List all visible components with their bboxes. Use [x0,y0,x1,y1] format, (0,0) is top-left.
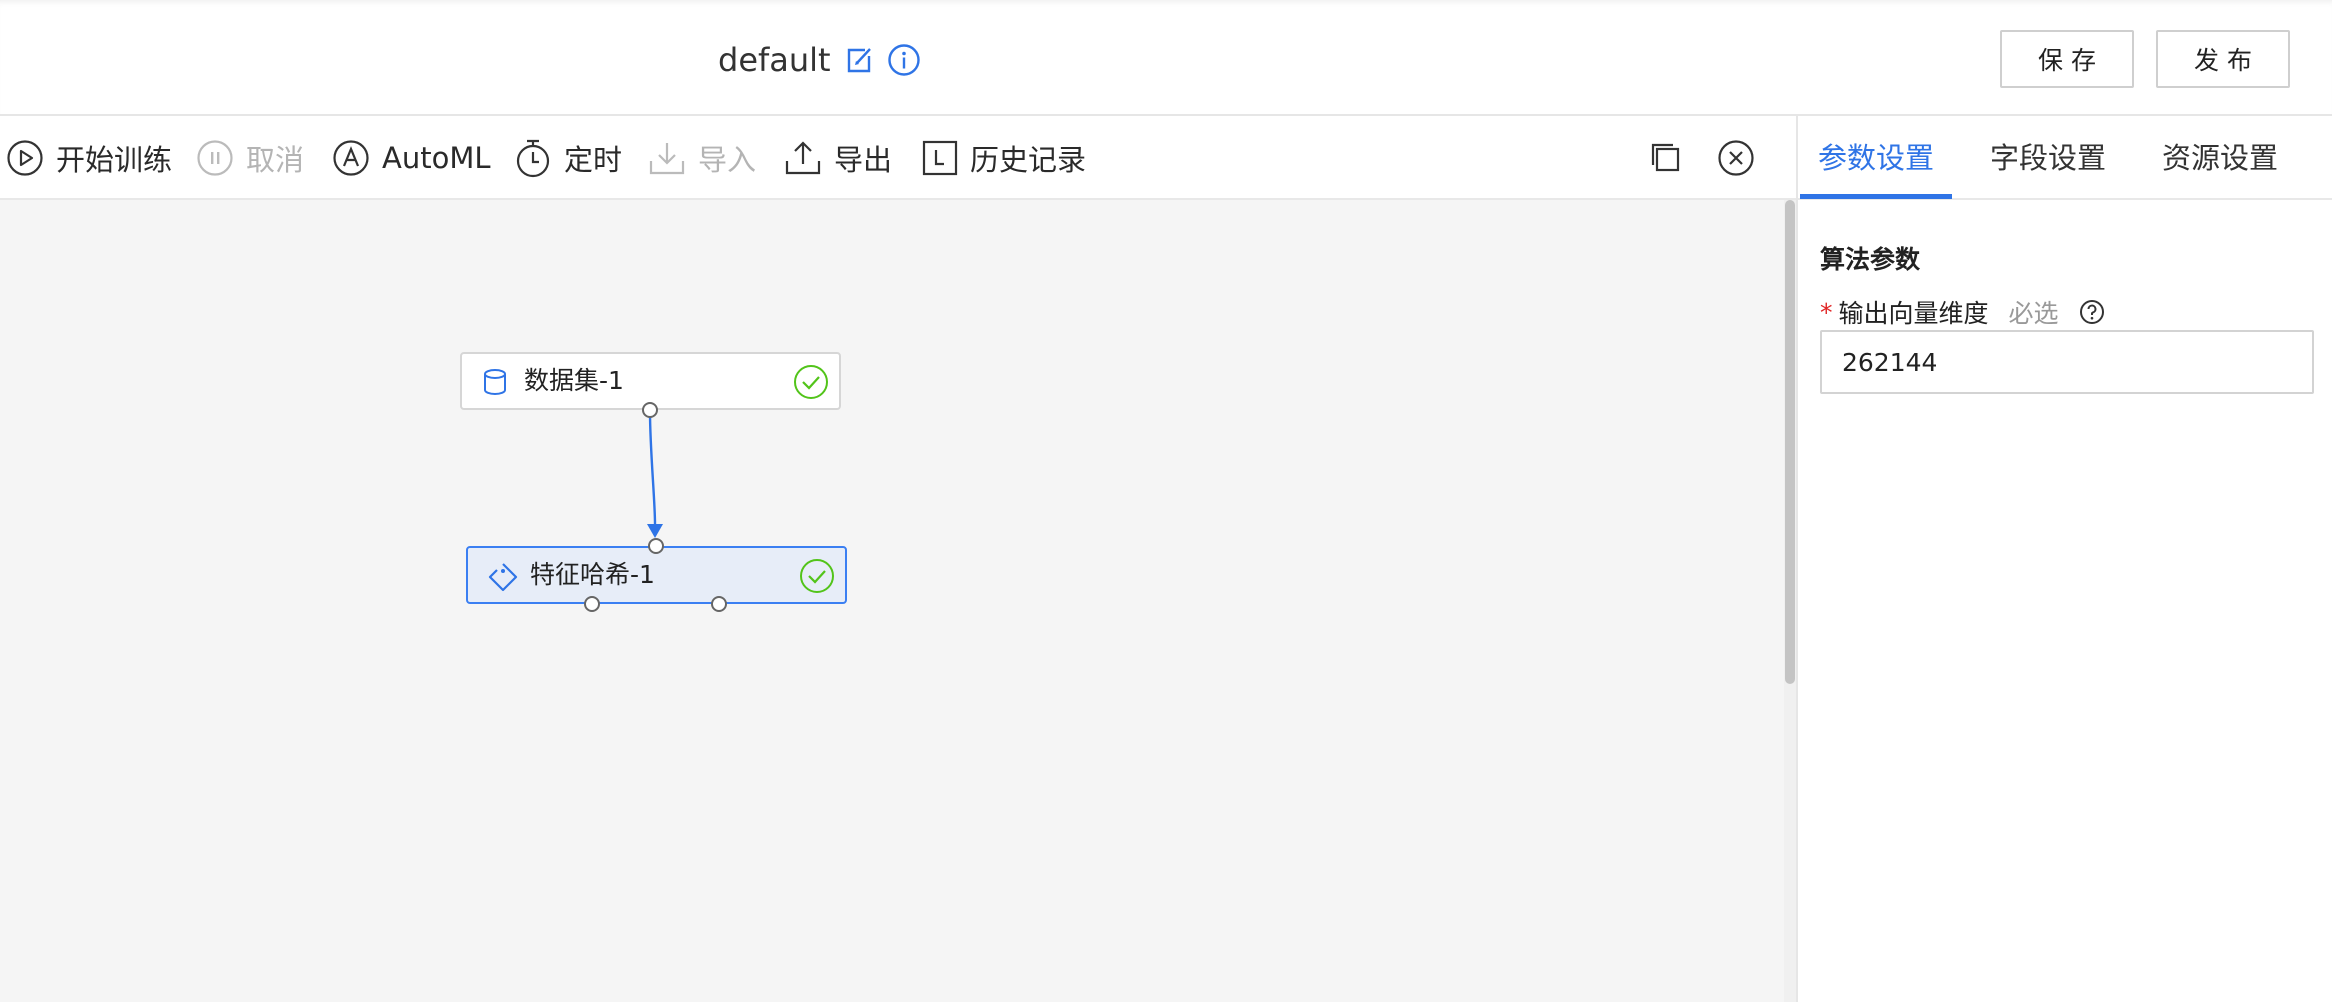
node-feature-hash[interactable]: 特征哈希-1 [466,546,847,604]
header: default 保存 发布 [0,0,2332,116]
node-feature-hash-output-port-1[interactable] [584,596,600,612]
export-label: 导出 [834,143,893,177]
start-training-button[interactable]: 开始训练 [6,116,172,200]
success-icon [799,558,835,600]
pipeline-title: default [718,41,831,79]
export-button[interactable]: 导出 [784,116,892,200]
download-icon [648,139,686,177]
upload-icon [784,139,822,177]
required-mark: * [1820,297,1833,327]
save-button[interactable]: 保存 [2000,30,2134,88]
active-tab-indicator [1800,194,1952,199]
automl-button[interactable]: AutoML [332,116,491,200]
automl-icon [332,139,370,177]
history-icon [922,140,958,176]
publish-button[interactable]: 发布 [2156,30,2290,88]
play-icon [6,139,44,177]
close-circle-icon[interactable] [1717,116,1755,200]
automl-label: AutoML [382,141,491,175]
tab-fields[interactable]: 字段设置 [1990,116,2106,200]
node-feature-hash-input-port[interactable] [648,538,664,554]
workflow-canvas[interactable]: 数据集-1 特征哈希-1 [0,200,1784,1002]
tab-resources[interactable]: 资源设置 [2162,116,2278,200]
node-feature-hash-output-port-2[interactable] [711,596,727,612]
section-title: 算法参数 [1820,245,1921,274]
field-hint: 必选 [2008,299,2059,328]
import-label: 导入 [698,143,757,177]
field-label: 输出向量维度 [1838,299,1989,328]
cancel-button[interactable]: 取消 [196,116,304,200]
node-feature-hash-label: 特征哈希-1 [530,560,655,589]
panel-tabs: 参数设置 字段设置 资源设置 [1798,116,2332,200]
field-label-row: * 输出向量维度 必选 [1820,294,2105,330]
edge-arrowhead [647,524,663,538]
help-icon[interactable] [2079,299,2105,325]
database-icon [482,368,508,402]
tag-icon [488,562,518,598]
info-icon[interactable] [887,43,921,77]
timer-icon [514,137,552,179]
schedule-label: 定时 [564,143,623,177]
toolbar: 开始训练 取消 AutoML 定时 导入 导出 历史记录 [0,116,1796,200]
canvas-scrollbar-thumb[interactable] [1785,200,1795,684]
start-training-label: 开始训练 [56,143,173,177]
success-icon [793,364,829,406]
edge-dataset-to-hash[interactable] [648,411,657,525]
history-button[interactable]: 历史记录 [922,116,1086,200]
settings-panel: 参数设置 字段设置 资源设置 算法参数 * 输出向量维度 必选 [1796,116,2332,1002]
node-dataset-output-port[interactable] [642,402,658,418]
copy-icon[interactable] [1650,116,1682,200]
edit-icon[interactable] [845,46,873,74]
cancel-label: 取消 [246,143,305,177]
edge-layer [647,411,663,538]
node-dataset-label: 数据集-1 [524,366,624,395]
vector-dimension-input[interactable] [1820,330,2314,394]
tab-params[interactable]: 参数设置 [1818,116,1934,200]
import-button[interactable]: 导入 [648,116,756,200]
title-bar: default [718,38,921,82]
pause-icon [196,139,234,177]
history-label: 历史记录 [970,143,1087,177]
schedule-button[interactable]: 定时 [514,116,622,200]
